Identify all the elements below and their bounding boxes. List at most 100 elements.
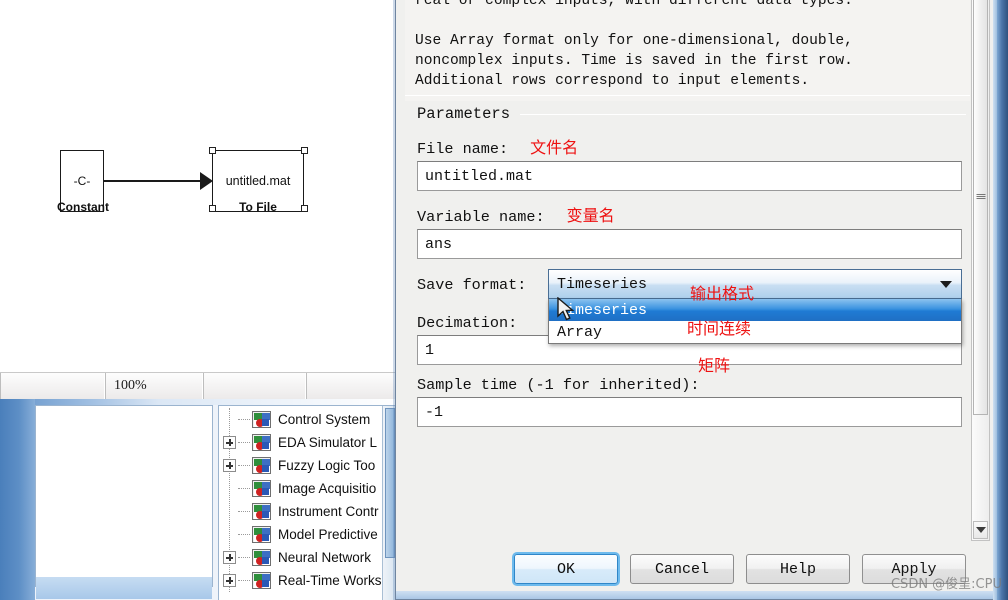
library-tree[interactable]: Control System EDA Simulator L Fuzzy Log…: [218, 405, 396, 600]
option-label: Timeseries: [557, 301, 648, 319]
tree-item-label: Model Predictive: [278, 527, 378, 542]
cancel-button-label: Cancel: [654, 560, 709, 578]
expand-plus-icon[interactable]: [223, 551, 236, 564]
constant-block-symbol: -C-: [73, 174, 91, 188]
expander-none-icon: [223, 482, 236, 495]
tree-item-control-system[interactable]: Control System: [219, 408, 396, 431]
tree-item-label: EDA Simulator L: [278, 435, 378, 450]
library-tree-scrollbar[interactable]: [382, 406, 396, 600]
tree-connector-icon: [238, 419, 250, 420]
dialog-button-bar: OK Cancel Help Apply: [405, 549, 970, 589]
library-block-icon: [252, 480, 271, 497]
tree-connector-icon: [238, 465, 250, 466]
tree-item-label: Real-Time Works: [278, 573, 382, 588]
tree-item-eda-simulator-link[interactable]: EDA Simulator L: [219, 431, 396, 454]
variable-name-annotation: 变量名: [566, 206, 615, 225]
expand-plus-icon[interactable]: [223, 574, 236, 587]
library-block-icon: [252, 411, 271, 428]
expander-none-icon: [223, 505, 236, 518]
save-format-option-timeseries[interactable]: Timeseries: [549, 299, 961, 321]
dialog-body: real or complex inputs, with different d…: [405, 0, 970, 599]
expand-plus-icon[interactable]: [223, 459, 236, 472]
screen: -C- Constant untitled.mat To File 100% C…: [0, 0, 1008, 600]
save-format-annotation: 输出格式: [690, 284, 755, 303]
sample-time-value: -1: [425, 403, 444, 421]
ok-button[interactable]: OK: [514, 554, 618, 584]
library-block-icon: [252, 457, 271, 474]
dialog-bottom-bar: [396, 591, 996, 599]
library-browser-window: Control System EDA Simulator L Fuzzy Log…: [0, 399, 396, 600]
variable-name-label-row: Variable name: 变量名: [417, 202, 970, 226]
help-button[interactable]: Help: [746, 554, 850, 584]
model-canvas[interactable]: -C- Constant untitled.mat To File: [0, 0, 396, 372]
library-block-icon: [252, 503, 271, 520]
to-file-block-filename: untitled.mat: [225, 174, 291, 188]
sample-time-label: Sample time (-1 for inherited):: [417, 376, 700, 394]
variable-name-label: Variable name:: [417, 208, 545, 226]
library-block-icon: [252, 549, 271, 566]
description-line-1: real or complex inputs, with different d…: [415, 0, 853, 9]
status-cell-extra: [306, 373, 396, 399]
scroll-down-button[interactable]: [973, 521, 988, 539]
signal-line[interactable]: [104, 180, 208, 182]
status-zoom-level[interactable]: 100%: [105, 373, 203, 399]
parameters-heading: Parameters: [405, 99, 970, 123]
tree-item-model-predictive[interactable]: Model Predictive: [219, 523, 396, 546]
dialog-divider: [405, 95, 970, 96]
tree-connector-icon: [238, 534, 250, 535]
file-name-value: untitled.mat: [425, 167, 534, 185]
save-format-dropdown-list[interactable]: Timeseries Array: [548, 299, 962, 344]
tree-connector-icon: [238, 511, 250, 512]
constant-block-label: Constant: [57, 200, 109, 214]
status-cell-message: [0, 373, 105, 399]
scrollbar-grip-icon: [976, 193, 985, 200]
library-preview-pane[interactable]: [35, 405, 213, 587]
tree-item-neural-network[interactable]: Neural Network: [219, 546, 396, 569]
save-format-value: Timeseries: [557, 275, 648, 293]
window-frame-left-edge: [0, 399, 35, 600]
library-tree-scrollbar-thumb[interactable]: [385, 408, 395, 558]
description-line-2: [415, 11, 960, 31]
variable-name-input[interactable]: ans: [417, 229, 962, 259]
expander-none-icon: [223, 528, 236, 541]
tree-item-label: Instrument Contr: [278, 504, 379, 519]
save-format-row: Save format: Timeseries Timeseries Array: [405, 269, 970, 344]
block-description-pane: real or complex inputs, with different d…: [405, 0, 970, 101]
to-file-block-label: To File: [239, 200, 277, 214]
decimation-value: 1: [425, 341, 435, 359]
save-format-combobox[interactable]: Timeseries: [548, 269, 962, 299]
description-line-3: Use Array format only for one-dimensiona…: [415, 33, 853, 49]
library-tree-rows: Control System EDA Simulator L Fuzzy Log…: [219, 408, 396, 592]
desktop-frame-right: [997, 0, 1008, 600]
tree-item-image-acquisition[interactable]: Image Acquisitio: [219, 477, 396, 500]
expand-plus-icon[interactable]: [223, 436, 236, 449]
tree-item-label: Neural Network: [278, 550, 372, 565]
tree-item-fuzzy-logic-toolbox[interactable]: Fuzzy Logic Too: [219, 454, 396, 477]
file-name-label: File name:: [417, 140, 509, 158]
dialog-scrollbar-thumb[interactable]: [973, 0, 988, 415]
option-timeseries-annotation: 时间连续: [687, 319, 752, 338]
save-format-label: Save format:: [417, 276, 527, 294]
dialog-scrollbar[interactable]: [971, 0, 990, 541]
sample-time-label-row: Sample time (-1 for inherited):: [417, 376, 970, 394]
expander-none-icon: [223, 413, 236, 426]
tree-connector-icon: [238, 442, 250, 443]
save-format-option-array[interactable]: Array: [549, 321, 961, 343]
chevron-down-icon[interactable]: [940, 281, 952, 288]
library-block-icon: [252, 526, 271, 543]
tree-connector-icon: [238, 557, 250, 558]
ok-button-label: OK: [556, 560, 575, 578]
cancel-button[interactable]: Cancel: [630, 554, 734, 584]
simulink-model-window: -C- Constant untitled.mat To File: [0, 0, 396, 372]
selection-handle-tl[interactable]: [209, 147, 216, 154]
tree-item-real-time-workshop[interactable]: Real-Time Works: [219, 569, 396, 592]
option-label: Array: [557, 323, 603, 341]
sample-time-input[interactable]: -1: [417, 397, 962, 427]
selection-handle-tr[interactable]: [301, 147, 308, 154]
tree-item-label: Image Acquisitio: [278, 481, 377, 496]
file-name-input[interactable]: untitled.mat: [417, 161, 962, 191]
tree-item-instrument-control[interactable]: Instrument Contr: [219, 500, 396, 523]
parameters-heading-text: Parameters: [417, 105, 511, 123]
option-array-annotation: 矩阵: [698, 356, 731, 375]
heading-rule: [520, 113, 966, 115]
